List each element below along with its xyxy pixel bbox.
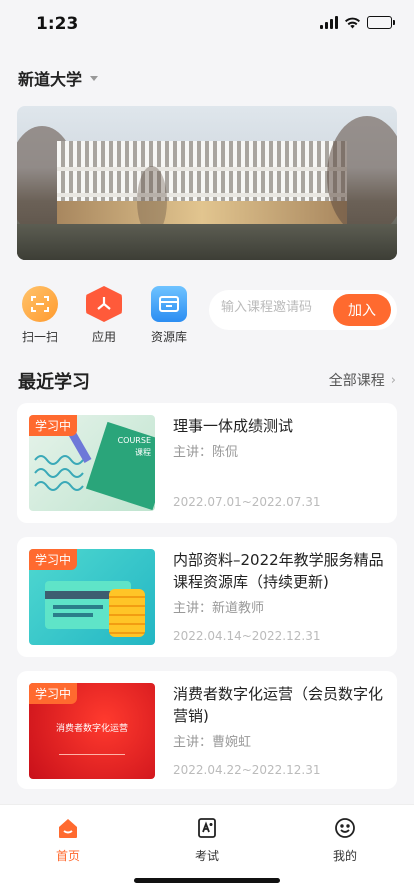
- course-dates: 2022.07.01~2022.07.31: [173, 495, 321, 509]
- status-time: 1:23: [36, 14, 79, 34]
- scan-icon: [22, 286, 58, 322]
- course-teacher: 主讲：曹婉虹: [173, 735, 252, 750]
- course-title: 理事一体成绩测试: [173, 417, 294, 435]
- caret-down-icon: [90, 75, 99, 81]
- course-title: 消费者数字化运营（会员数字化营销): [173, 685, 384, 725]
- course-title: 内部资料–2022年教学服务精品课程资源库（持续更新): [173, 551, 384, 591]
- tab-exam[interactable]: 考试: [177, 815, 237, 864]
- resource-label: 资源库: [150, 330, 187, 344]
- resource-library-button[interactable]: 资源库: [144, 286, 194, 345]
- apps-button[interactable]: 应用: [79, 286, 129, 345]
- smiley-icon: [332, 815, 358, 841]
- tab-home[interactable]: 首页: [38, 815, 98, 864]
- tab-home-label: 首页: [55, 849, 80, 863]
- building-illustration: [57, 141, 347, 227]
- exam-icon: [194, 815, 220, 841]
- school-name: 新道大学: [18, 70, 83, 89]
- scan-label: 扫一扫: [21, 330, 58, 344]
- course-dates: 2022.04.14~2022.12.31: [173, 629, 321, 643]
- thumbnail-text: COURSE 课程: [117, 436, 151, 457]
- home-icon: [55, 815, 81, 841]
- apps-icon: [86, 286, 122, 322]
- signal-icon: [320, 16, 338, 29]
- recent-learning-title: 最近学习: [18, 372, 90, 393]
- course-teacher: 主讲：陈侃: [173, 445, 239, 460]
- invite-code-input[interactable]: [221, 300, 333, 315]
- join-course-bar: 加入: [209, 290, 397, 330]
- battery-icon: [367, 16, 395, 29]
- course-dates: 2022.04.22~2022.12.31: [173, 763, 321, 777]
- school-selector[interactable]: 新道大学: [18, 66, 99, 90]
- course-card[interactable]: 学习中 COURSE 课程 理事一体成绩测试 主讲：陈侃 2022.07.01~…: [17, 403, 397, 523]
- course-card[interactable]: 学习中 内部资料–2022年教学服务精品课程资源库（持续更新) 主讲：新道教师 …: [17, 537, 397, 657]
- resource-icon: [151, 286, 187, 322]
- thumbnail-text: 消费者数字化运营: [55, 724, 128, 734]
- tab-profile[interactable]: 我的: [315, 815, 375, 864]
- status-bar: 1:23: [0, 0, 414, 48]
- course-thumbnail: 学习中 消费者数字化运营: [29, 683, 155, 779]
- course-thumbnail: 学习中 COURSE 课程: [29, 415, 155, 511]
- join-button[interactable]: 加入: [333, 294, 391, 326]
- apps-label: 应用: [91, 330, 116, 344]
- all-courses-link[interactable]: 全部课程 ›: [329, 370, 396, 390]
- course-teacher: 主讲：新道教师: [173, 601, 265, 616]
- wifi-icon: [345, 17, 360, 28]
- tab-exam-label: 考试: [194, 849, 219, 863]
- course-thumbnail: 学习中: [29, 549, 155, 645]
- status-icons: [320, 16, 395, 29]
- status-badge: 学习中: [29, 683, 78, 704]
- chevron-right-icon: ›: [390, 372, 396, 388]
- status-badge: 学习中: [29, 549, 78, 570]
- course-card[interactable]: 学习中 消费者数字化运营 消费者数字化运营（会员数字化营销) 主讲：曹婉虹 20…: [17, 671, 397, 789]
- status-badge: 学习中: [29, 415, 78, 436]
- banner-image[interactable]: [17, 106, 397, 260]
- tab-profile-label: 我的: [332, 849, 357, 863]
- scan-button[interactable]: 扫一扫: [15, 286, 65, 345]
- all-courses-label: 全部课程: [328, 373, 385, 389]
- home-indicator: [134, 878, 280, 883]
